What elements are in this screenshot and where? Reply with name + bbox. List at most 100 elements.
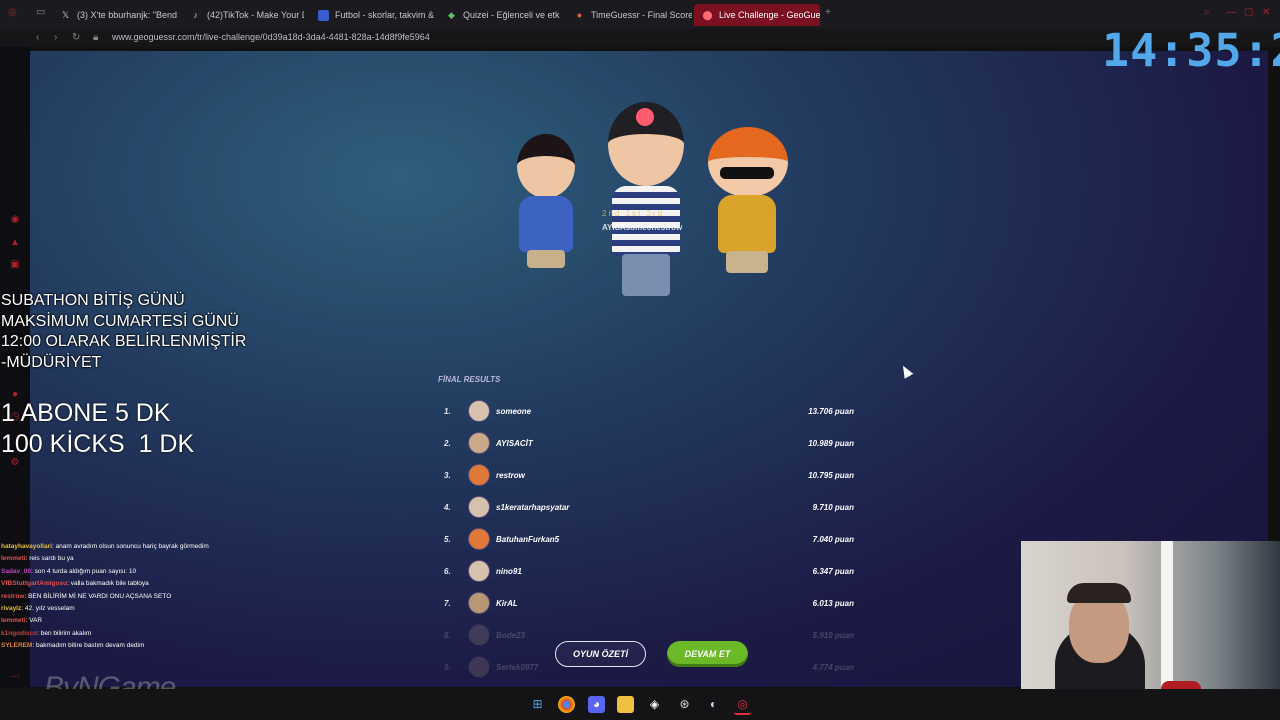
x-icon: 𝕏 [61, 9, 70, 20]
new-tab-icon[interactable]: + [825, 7, 831, 18]
chat-text: : son 4 turda aldığım puan sayısı: 10 [31, 567, 137, 575]
continue-button[interactable]: DEVAM ET [667, 641, 748, 667]
timeguessr-icon: ● [576, 9, 583, 20]
result-rank: 4. [444, 502, 451, 512]
tab-futbol[interactable]: Futbol - skorlar, takvim & [310, 4, 436, 26]
result-score: 4.774 puan [812, 662, 854, 672]
avatar [468, 560, 490, 582]
avatar [468, 464, 490, 486]
chat-text: : BEN BİLİRİM Mİ NE VARDI ONU AÇSANA SET… [24, 592, 172, 600]
reload-icon[interactable]: ↻ [72, 32, 80, 43]
chat-text: : valla bakmadık bile tabloya [67, 580, 149, 588]
avatar [468, 624, 490, 646]
chat-message: SYLEREM: bakmadım bitire bastım devam de… [1, 640, 253, 652]
subathon-rates: 1 ABONE 5 DK 100 KİCKS 1 DK [1, 399, 195, 458]
file-explorer-icon[interactable] [617, 696, 634, 713]
chat-text: : anam avradım olsun sonuncu hariç bayra… [51, 543, 209, 550]
result-player-name: restrow [496, 470, 525, 480]
minimize-icon[interactable]: — [1226, 7, 1236, 18]
result-rank: 6. [444, 566, 451, 576]
url-field[interactable]: www.geoguessr.com/tr/live-challenge/0d39… [112, 32, 430, 42]
steam-icon[interactable]: ◐ [705, 696, 722, 713]
result-row[interactable]: 1. someone 13.706 puan [444, 397, 854, 425]
chat-username: lemmeti [1, 617, 26, 625]
result-player-name: nino91 [496, 566, 522, 576]
chat-username: restrow [1, 592, 25, 600]
opera-gx-taskbar-icon[interactable]: ◎ [734, 696, 751, 715]
result-row[interactable]: 9. Sertek0977 4.774 puan [444, 653, 854, 681]
podium-character-second [505, 130, 587, 290]
avatar [468, 496, 490, 518]
tab-label: TimeGuessr - Final Score [591, 10, 692, 20]
avatar [468, 400, 490, 422]
chat-text: : 42. yılz vesselam [21, 605, 75, 613]
chat-username: hatayhavayollari [1, 543, 52, 550]
tab-timeguessr[interactable]: ● TimeGuessr - Final Score [566, 4, 692, 26]
final-results-title: FİNAL RESULTS [438, 375, 501, 384]
tab-x[interactable]: 𝕏 (3) X'te bburhanjk: "Bend [52, 4, 180, 26]
chat-message: hatayhavayollari: anam avradım olsun son… [1, 541, 253, 553]
chat-message: VfBStuttgartAmigosu: valla bakmadık bile… [1, 578, 253, 590]
result-row[interactable]: 8. Bode23 5.910 puan [444, 621, 854, 649]
flashscore-icon [318, 9, 329, 21]
tab-label: Live Challenge - GeoGue [719, 10, 820, 20]
sidebar-twitch-icon[interactable]: ▣ [9, 259, 21, 271]
windows-start-icon[interactable]: ⊞ [529, 696, 546, 713]
search-icon[interactable]: ⌕ [1204, 7, 1210, 18]
tab-label: Futbol - skorlar, takvim & [335, 10, 435, 20]
avatar [468, 592, 490, 614]
result-player-name: AYISACİT [496, 438, 533, 448]
avatar [468, 528, 490, 550]
result-player-name: KirAL [496, 598, 518, 608]
maximize-icon[interactable]: ▢ [1244, 7, 1253, 18]
chat-message: rivaylz: 42. yılz vesselam [1, 603, 253, 615]
chat-message: restrow: BEN BİLİRİM Mİ NE VARDI ONU AÇS… [1, 591, 253, 603]
chat-message: lemmeti: reis sardı bu ya [1, 553, 253, 565]
result-score: 6.347 puan [812, 566, 854, 576]
lock-icon: 🔒︎ [93, 32, 99, 43]
result-player-name: s1keratarhapsyatar [496, 502, 570, 512]
chat-text: : reis sardı bu ya [25, 555, 74, 563]
chrome-icon[interactable] [558, 696, 575, 713]
tab-tiktok[interactable]: ♪ (42)TikTok - Make Your D [182, 4, 304, 26]
result-row[interactable]: 4. s1keratarhapsyatar 9.710 puan [444, 493, 854, 521]
result-row[interactable]: 7. KirAL 6.013 puan [444, 589, 854, 617]
result-row[interactable]: 6. nino91 6.347 puan [444, 557, 854, 585]
result-row[interactable]: 2. AYISACİT 10.989 puan [444, 429, 854, 457]
chat-message: Sadav_06: son 4 turda aldığım puan sayıs… [1, 566, 253, 578]
game-summary-button[interactable]: OYUN ÖZETİ [555, 641, 646, 667]
tiktok-icon: ♪ [193, 9, 198, 20]
discord-icon[interactable]: ◕ [588, 696, 605, 713]
steam-alt-icon[interactable]: ◈ [646, 696, 663, 713]
gps-icon[interactable]: ⊛ [676, 696, 693, 713]
podium-place-labels: 2nd 1st 3rd [602, 209, 665, 218]
chat-username: lemmeti [1, 555, 26, 563]
tab-label: (3) X'te bburhanjk: "Bend [77, 10, 177, 20]
sidebar-gx-icon[interactable]: ◉ [9, 214, 21, 226]
sidebar-store-icon[interactable]: ▲ [9, 237, 21, 249]
opera-gx-icon[interactable]: ◎ [8, 7, 17, 18]
geoguessr-icon: ⬤ [702, 9, 713, 20]
chat-text: : bakmadım bitire bastım devam dedim [32, 642, 145, 650]
forward-icon[interactable]: › [54, 32, 57, 43]
result-player-name: someone [496, 406, 532, 416]
close-icon[interactable]: ✕ [1262, 7, 1270, 18]
result-score: 13.706 puan [808, 406, 854, 416]
result-score: 5.910 puan [812, 630, 854, 640]
stream-chat: hatayhavayollari: anam avradım olsun son… [1, 541, 253, 653]
result-score: 7.040 puan [812, 534, 854, 544]
result-score: 10.795 puan [808, 470, 854, 480]
chat-username: k1ngodisco [1, 629, 38, 637]
result-player-name: Sertek0977 [496, 662, 539, 672]
back-icon[interactable]: ‹ [36, 32, 39, 43]
tab-geoguessr[interactable]: ⬤ Live Challenge - GeoGue [694, 4, 820, 26]
chat-username: Sadav_06 [1, 567, 31, 575]
result-player-name: BatuhanFurkan5 [496, 534, 560, 544]
tab-list-icon[interactable]: ▭ [36, 7, 45, 18]
result-row[interactable]: 5. BatuhanFurkan5 7.040 puan [444, 525, 854, 553]
result-row[interactable]: 3. restrow 10.795 puan [444, 461, 854, 489]
tab-quizei[interactable]: ◆ Quizei - Eğlenceli ve etkil [438, 4, 560, 26]
chat-text: : VAR [25, 617, 43, 625]
avatar [468, 432, 490, 454]
sidebar-more-icon[interactable]: … [9, 669, 21, 681]
